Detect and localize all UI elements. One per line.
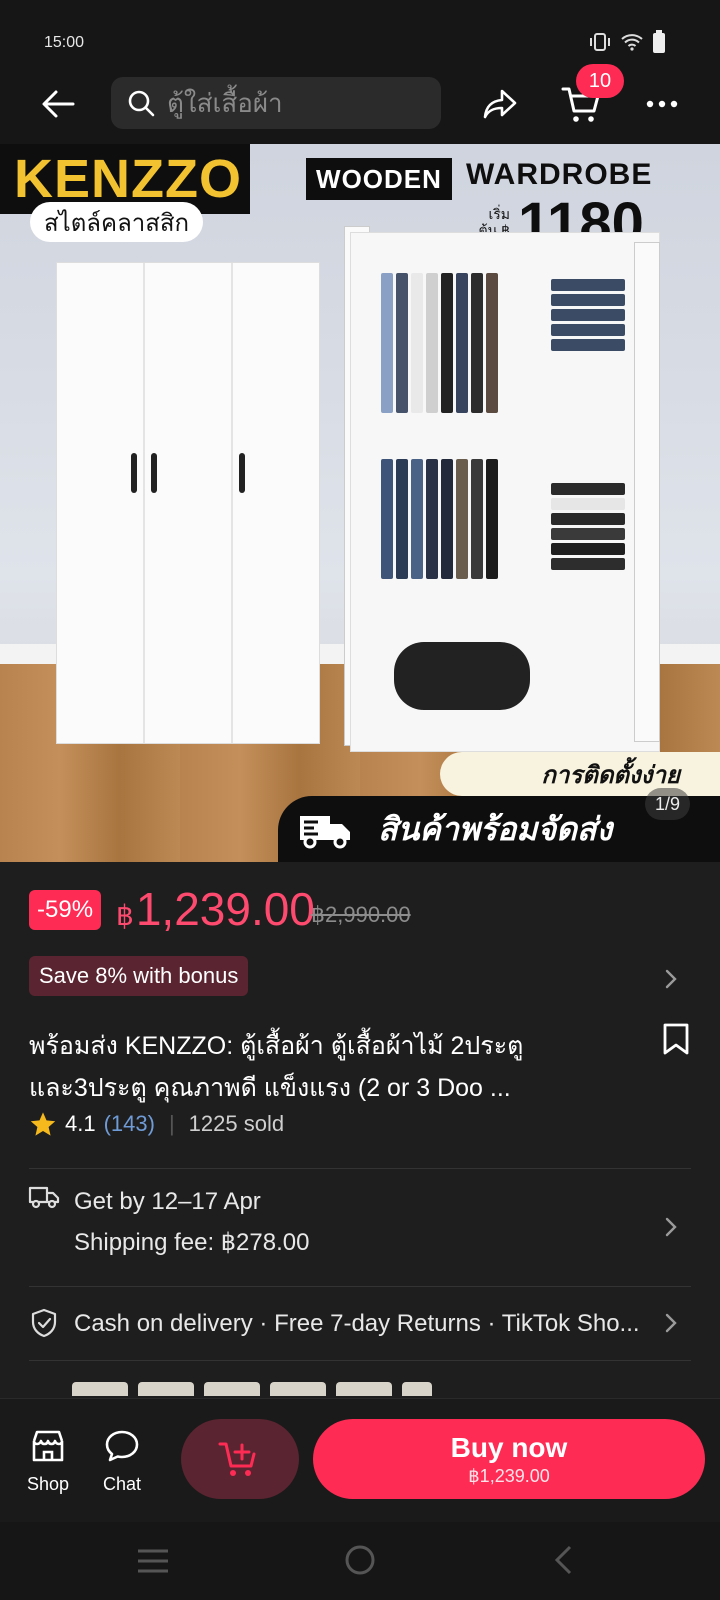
share-icon: [483, 89, 517, 119]
more-options-button[interactable]: [640, 82, 684, 126]
original-price: ฿2,990.00: [311, 902, 411, 927]
bonus-row[interactable]: Save 8% with bonus: [0, 950, 720, 1006]
search-input[interactable]: ตู้ใส่เสื้อผ้า: [111, 77, 441, 129]
system-back-icon[interactable]: [552, 1544, 574, 1576]
divider: [29, 1360, 691, 1361]
variant-thumbnail[interactable]: [336, 1382, 392, 1396]
upper-clothes: [381, 273, 498, 413]
star-icon: [30, 1112, 56, 1136]
add-to-cart-button[interactable]: [181, 1419, 299, 1499]
recent-apps-icon[interactable]: [136, 1548, 170, 1574]
folded-clothes-shelf: [551, 279, 625, 354]
battery-icon: [653, 30, 665, 53]
open-door-right: [634, 242, 660, 742]
top-bar: ตู้ใส่เสื้อผ้า 10: [0, 64, 720, 144]
current-price-value: 1,239.00: [135, 883, 315, 935]
services-text: Cash on delivery · Free 7-day Returns · …: [74, 1310, 640, 1337]
bottom-action-bar: Shop Chat Buy now ฿1,239.00: [0, 1398, 720, 1522]
headline-wooden: WOODEN: [306, 158, 452, 200]
wardrobe-door: [57, 263, 145, 743]
closed-wardrobe-image: [56, 262, 320, 744]
classic-style-label: สไตล์คลาสสิก: [30, 202, 204, 242]
back-button[interactable]: [36, 82, 80, 126]
variant-thumbnail[interactable]: [402, 1382, 432, 1396]
shop-icon: [32, 1430, 64, 1462]
services-row[interactable]: Cash on delivery · Free 7-day Returns · …: [0, 1290, 720, 1356]
status-bar: 15:00: [0, 0, 720, 72]
sold-count: 1225 sold: [188, 1111, 285, 1136]
variant-thumbnail[interactable]: [72, 1382, 128, 1396]
shop-label: Shop: [26, 1474, 70, 1494]
home-icon[interactable]: [344, 1544, 376, 1576]
add-to-cart-icon: [218, 1442, 256, 1476]
variant-thumbnail[interactable]: [270, 1382, 326, 1396]
buy-now-button[interactable]: Buy now ฿1,239.00: [313, 1419, 705, 1499]
delivery-estimate: Get by 12–17 Apr: [74, 1188, 261, 1215]
cart-count-badge: 10: [576, 64, 624, 98]
headline-wardrobe: WARDROBE: [466, 158, 653, 191]
rating-row[interactable]: 4.1 (143) | 1225 sold: [29, 1110, 284, 1138]
shop-button[interactable]: Shop: [18, 1429, 78, 1495]
bookmark-icon: [663, 1023, 689, 1055]
chat-label: Chat: [102, 1474, 142, 1494]
wardrobe-door: [233, 263, 319, 743]
bookmark-button[interactable]: [662, 1022, 690, 1061]
discount-badge: -59%: [29, 890, 102, 930]
vibrate-icon: [590, 33, 610, 51]
shield-check-icon: [31, 1308, 57, 1338]
product-image-carousel[interactable]: KENZZO สไตล์คลาสสิก WOODEN WARDROBE เริ่…: [0, 144, 720, 862]
duffel-bag: [394, 642, 530, 710]
buy-now-label: Buy now: [450, 1431, 568, 1463]
system-navigation-bar: [0, 1522, 720, 1600]
variant-thumbnail[interactable]: [138, 1382, 194, 1396]
wifi-icon: [621, 34, 643, 51]
image-page-indicator: 1/9: [644, 788, 690, 820]
chevron-right-icon: [665, 969, 677, 989]
delivery-truck-icon: [300, 816, 350, 849]
lower-clothes: [381, 459, 498, 579]
buy-now-price: ฿1,239.00: [468, 1465, 550, 1486]
bonus-chip: Save 8% with bonus: [29, 956, 249, 996]
rating-separator: |: [168, 1111, 175, 1136]
divider: [29, 1168, 691, 1169]
folded-clothes-shelf: [551, 483, 625, 573]
price-row: -59% ฿ 1,239.00 ฿2,990.00: [0, 862, 720, 950]
shipping-fee: Shipping fee: ฿278.00: [74, 1229, 310, 1256]
chat-icon: [105, 1430, 139, 1462]
divider: [29, 1286, 691, 1287]
search-placeholder: ตู้ใส่เสื้อผ้า: [167, 87, 283, 118]
share-button[interactable]: [478, 82, 522, 126]
chat-button[interactable]: Chat: [92, 1429, 152, 1495]
brand-name: KENZZO: [14, 149, 242, 209]
shipping-info-row[interactable]: Get by 12–17 Apr Shipping fee: ฿278.00: [0, 1170, 720, 1280]
status-icons: [588, 30, 666, 54]
chevron-right-icon: [665, 1313, 677, 1333]
review-count-link[interactable]: (143): [104, 1111, 155, 1137]
back-arrow-icon: [42, 90, 75, 118]
current-price: ฿ 1,239.00: [116, 882, 315, 936]
delivery-truck-icon: [28, 1186, 60, 1209]
more-dots-icon: [646, 100, 678, 108]
variant-thumbnails[interactable]: [72, 1382, 432, 1396]
wardrobe-door: [145, 263, 233, 743]
status-time: 15:00: [44, 34, 85, 51]
product-title: พร้อมส่ง KENZZO: ตู้เสื้อผ้า ตู้เสื้อผ้า…: [29, 1032, 524, 1102]
variant-thumbnail[interactable]: [204, 1382, 260, 1396]
currency-symbol: ฿: [116, 900, 134, 931]
chevron-right-icon: [665, 1217, 677, 1237]
rating-value: 4.1: [65, 1111, 96, 1136]
search-icon: [128, 90, 155, 117]
